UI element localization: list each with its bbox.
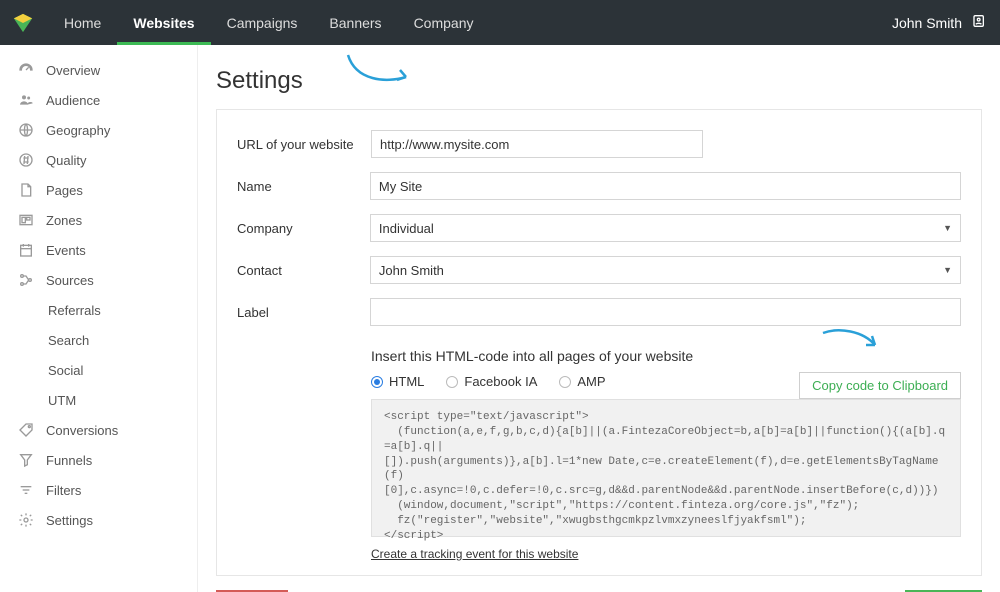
user-menu[interactable]: John Smith bbox=[892, 13, 988, 32]
sidebar-item-audience[interactable]: Audience bbox=[0, 85, 197, 115]
globe-icon bbox=[18, 122, 34, 138]
sidebar-item-settings[interactable]: Settings bbox=[0, 505, 197, 535]
people-icon bbox=[18, 92, 34, 108]
radio-dot-icon bbox=[371, 376, 383, 388]
nav-campaigns[interactable]: Campaigns bbox=[211, 0, 314, 45]
callout-arrow-icon bbox=[346, 53, 416, 89]
sidebar-item-label: Geography bbox=[46, 123, 110, 138]
chevron-down-icon: ▼ bbox=[943, 223, 952, 233]
zones-icon bbox=[18, 212, 34, 228]
top-nav: Home Websites Campaigns Banners Company bbox=[48, 0, 489, 45]
sidebar-item-label: Pages bbox=[46, 183, 83, 198]
code-format-radios: HTML Facebook IA AMP bbox=[371, 374, 799, 389]
chevron-down-icon: ▼ bbox=[943, 265, 952, 275]
sidebar-item-sources[interactable]: Sources bbox=[0, 265, 197, 295]
sidebar-item-referrals[interactable]: Referrals bbox=[0, 295, 197, 325]
sidebar-item-zones[interactable]: Zones bbox=[0, 205, 197, 235]
speedometer-icon bbox=[18, 62, 34, 78]
sidebar-item-label: Settings bbox=[46, 513, 93, 528]
radio-label: Facebook IA bbox=[464, 374, 537, 389]
radio-dot-icon bbox=[559, 376, 571, 388]
settings-panel: URL of your website Name Company Individ… bbox=[216, 109, 982, 576]
contact-select[interactable]: John Smith ▼ bbox=[370, 256, 961, 284]
company-select-value: Individual bbox=[379, 221, 434, 236]
contact-label: Contact bbox=[237, 263, 370, 278]
callout-arrow-icon bbox=[821, 327, 881, 353]
name-input[interactable] bbox=[370, 172, 961, 200]
user-name: John Smith bbox=[892, 15, 962, 31]
sidebar-item-events[interactable]: Events bbox=[0, 235, 197, 265]
radio-amp[interactable]: AMP bbox=[559, 374, 605, 389]
nav-websites[interactable]: Websites bbox=[117, 0, 210, 45]
sidebar-item-social[interactable]: Social bbox=[0, 355, 197, 385]
sidebar-item-label: Referrals bbox=[48, 303, 101, 318]
sidebar-item-label: Events bbox=[46, 243, 86, 258]
sidebar-item-pages[interactable]: Pages bbox=[0, 175, 197, 205]
name-label: Name bbox=[237, 179, 370, 194]
nav-banners[interactable]: Banners bbox=[313, 0, 397, 45]
sidebar-item-utm[interactable]: UTM bbox=[0, 385, 197, 415]
user-icon bbox=[972, 13, 988, 32]
sidebar-item-label: Funnels bbox=[46, 453, 92, 468]
sidebar-item-label: Social bbox=[48, 363, 83, 378]
sidebar-item-overview[interactable]: Overview bbox=[0, 55, 197, 85]
sidebar-item-label: Sources bbox=[46, 273, 94, 288]
company-select[interactable]: Individual ▼ bbox=[370, 214, 961, 242]
tag-icon bbox=[18, 422, 34, 438]
nav-home[interactable]: Home bbox=[48, 0, 117, 45]
app-logo-icon bbox=[12, 12, 34, 34]
radio-label: AMP bbox=[577, 374, 605, 389]
sidebar-item-label: Conversions bbox=[46, 423, 118, 438]
radio-html[interactable]: HTML bbox=[371, 374, 424, 389]
sidebar-item-label: Search bbox=[48, 333, 89, 348]
sidebar-item-label: Overview bbox=[46, 63, 100, 78]
page-title: Settings bbox=[216, 67, 1000, 95]
contact-select-value: John Smith bbox=[379, 263, 444, 278]
branches-icon bbox=[18, 272, 34, 288]
hash-icon bbox=[18, 152, 34, 168]
sidebar-item-label: UTM bbox=[48, 393, 76, 408]
label-input[interactable] bbox=[370, 298, 961, 326]
code-textarea[interactable]: <script type="text/javascript"> (functio… bbox=[371, 399, 961, 537]
radio-label: HTML bbox=[389, 374, 424, 389]
page-icon bbox=[18, 182, 34, 198]
sidebar-item-label: Quality bbox=[46, 153, 86, 168]
sidebar-item-label: Filters bbox=[46, 483, 81, 498]
sidebar-item-label: Audience bbox=[46, 93, 100, 108]
top-bar: Home Websites Campaigns Banners Company … bbox=[0, 0, 1000, 45]
sidebar-item-search[interactable]: Search bbox=[0, 325, 197, 355]
gear-icon bbox=[18, 512, 34, 528]
radio-dot-icon bbox=[446, 376, 458, 388]
label-field-label: Label bbox=[237, 305, 370, 320]
sidebar-item-geography[interactable]: Geography bbox=[0, 115, 197, 145]
url-input[interactable] bbox=[371, 130, 703, 158]
sidebar-item-funnels[interactable]: Funnels bbox=[0, 445, 197, 475]
sidebar-item-filters[interactable]: Filters bbox=[0, 475, 197, 505]
create-tracking-link[interactable]: Create a tracking event for this website bbox=[371, 547, 578, 561]
sidebar-item-conversions[interactable]: Conversions bbox=[0, 415, 197, 445]
sidebar-item-label: Zones bbox=[46, 213, 82, 228]
sidebar-item-quality[interactable]: Quality bbox=[0, 145, 197, 175]
company-label: Company bbox=[237, 221, 370, 236]
sidebar: Overview Audience Geography Quality Page… bbox=[0, 45, 198, 592]
copy-code-button[interactable]: Copy code to Clipboard bbox=[799, 372, 961, 399]
funnel-icon bbox=[18, 452, 34, 468]
calendar-icon bbox=[18, 242, 34, 258]
nav-company[interactable]: Company bbox=[398, 0, 490, 45]
filter-icon bbox=[18, 482, 34, 498]
radio-facebook[interactable]: Facebook IA bbox=[446, 374, 537, 389]
url-label: URL of your website bbox=[237, 137, 371, 152]
